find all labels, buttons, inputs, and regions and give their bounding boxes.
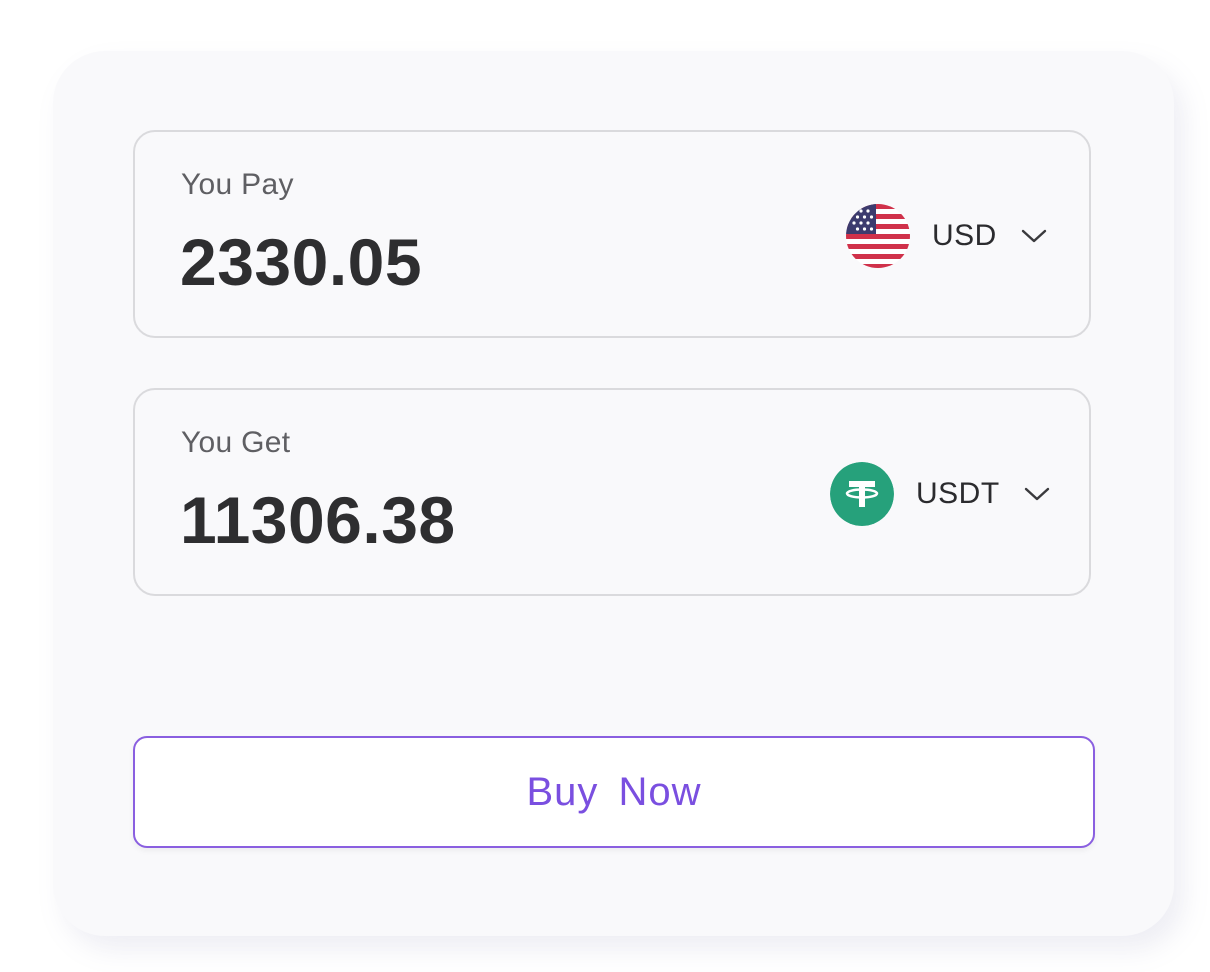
tether-icon: [830, 462, 894, 526]
you-pay-amount[interactable]: 2330.05: [180, 224, 422, 300]
you-pay-label: You Pay: [181, 168, 294, 201]
us-flag-icon: [846, 204, 910, 268]
buy-now-button[interactable]: Buy Now: [133, 736, 1095, 848]
chevron-down-icon[interactable]: [1024, 486, 1050, 502]
you-get-amount[interactable]: 11306.38: [180, 482, 456, 558]
get-currency-code: USDT: [916, 477, 1000, 510]
you-get-label: You Get: [181, 426, 291, 459]
you-pay-field[interactable]: You Pay 2330.05 USD: [133, 130, 1091, 338]
pay-currency-selector[interactable]: USD: [846, 204, 1047, 268]
pay-currency-code: USD: [932, 219, 997, 252]
get-currency-selector[interactable]: USDT: [830, 462, 1050, 526]
you-get-field[interactable]: You Get 11306.38 USDT: [133, 388, 1091, 596]
chevron-down-icon[interactable]: [1021, 228, 1047, 244]
exchange-card: You Pay 2330.05 USD You Get 11306.38 USD…: [53, 51, 1174, 936]
